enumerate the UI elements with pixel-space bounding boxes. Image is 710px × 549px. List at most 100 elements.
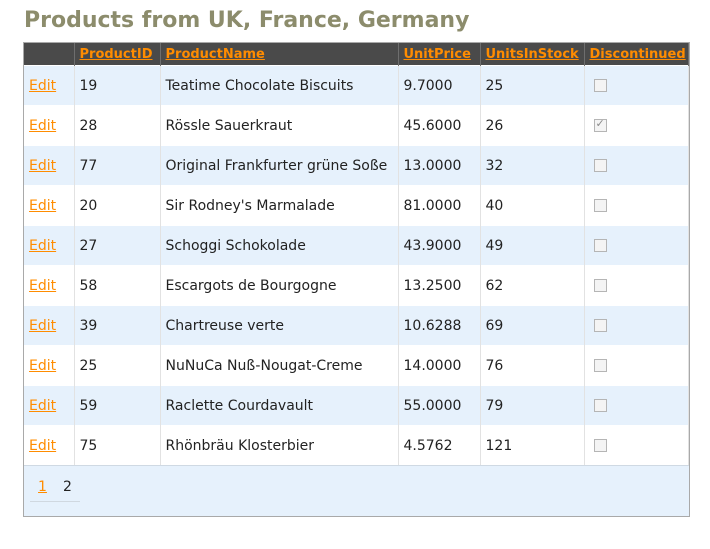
unitsinstock-cell: 26 (480, 105, 585, 146)
productname-cell: Escargots de Bourgogne (160, 265, 399, 306)
productname-cell: Schoggi Schokolade (160, 225, 399, 266)
discontinued-checkbox[interactable] (593, 199, 607, 212)
edit-link[interactable]: Edit (29, 238, 56, 254)
discontinued-cell (584, 65, 689, 106)
unitprice-cell: 14.0000 (398, 345, 481, 386)
edit-link[interactable]: Edit (29, 198, 56, 214)
sort-productname-link[interactable]: ProductName (166, 47, 265, 62)
edit-cell: Edit (24, 185, 75, 226)
unitsinstock-cell: 69 (480, 305, 585, 346)
discontinued-cell (584, 385, 689, 426)
table-row: Edit 58 Escargots de Bourgogne 13.2500 62 (24, 265, 689, 306)
edit-cell: Edit (24, 305, 75, 346)
header-row: ProductID ProductName UnitPrice UnitsInS… (24, 43, 689, 66)
unitprice-cell: 45.6000 (398, 105, 481, 146)
unitsinstock-cell: 49 (480, 225, 585, 266)
table-row: Edit 59 Raclette Courdavault 55.0000 79 (24, 385, 689, 426)
table-row: Edit 75 Rhönbräu Klosterbier 4.5762 121 (24, 425, 689, 465)
edit-cell: Edit (24, 225, 75, 266)
unitprice-cell: 10.6288 (398, 305, 481, 346)
productid-cell: 77 (74, 145, 161, 186)
productname-cell: Rössle Sauerkraut (160, 105, 399, 146)
edit-cell: Edit (24, 145, 75, 186)
unitsinstock-cell: 40 (480, 185, 585, 226)
unitprice-cell: 43.9000 (398, 225, 481, 266)
edit-cell: Edit (24, 385, 75, 426)
unitprice-cell: 4.5762 (398, 425, 481, 465)
unitsinstock-cell: 32 (480, 145, 585, 186)
productid-cell: 19 (74, 65, 161, 106)
discontinued-cell (584, 305, 689, 346)
unitprice-cell: 55.0000 (398, 385, 481, 426)
sort-productid-link[interactable]: ProductID (80, 47, 153, 62)
edit-link[interactable]: Edit (29, 318, 56, 334)
sort-unitsinstock-link[interactable]: UnitsInStock (486, 47, 579, 62)
edit-link[interactable]: Edit (29, 78, 56, 94)
productid-cell: 20 (74, 185, 161, 226)
discontinued-checkbox[interactable] (593, 359, 607, 372)
unitsinstock-cell: 25 (480, 65, 585, 106)
discontinued-checkbox[interactable] (593, 79, 607, 92)
table-row: Edit 19 Teatime Chocolate Biscuits 9.7000 25 (24, 65, 689, 106)
sort-unitprice-link[interactable]: UnitPrice (404, 47, 471, 62)
productname-cell: Sir Rodney's Marmalade (160, 185, 399, 226)
products-table: ProductID ProductName UnitPrice UnitsInS… (24, 43, 689, 465)
table-row: Edit 25 NuNuCa Nuß-Nougat-Creme 14.0000 76 (24, 345, 689, 386)
unitprice-cell: 13.0000 (398, 145, 481, 186)
discontinued-cell (584, 105, 689, 146)
edit-link[interactable]: Edit (29, 278, 56, 294)
productid-cell: 28 (74, 105, 161, 146)
edit-link[interactable]: Edit (29, 438, 56, 454)
header-productname: ProductName (160, 43, 399, 66)
unitsinstock-cell: 79 (480, 385, 585, 426)
edit-cell: Edit (24, 65, 75, 106)
header-productid: ProductID (74, 43, 161, 66)
discontinued-checkbox[interactable] (593, 399, 607, 412)
productid-cell: 58 (74, 265, 161, 306)
unitprice-cell: 9.7000 (398, 65, 481, 106)
productname-cell: Raclette Courdavault (160, 385, 399, 426)
grid-body: Edit 19 Teatime Chocolate Biscuits 9.7000 25… (24, 65, 689, 465)
discontinued-checkbox[interactable] (593, 239, 607, 252)
discontinued-cell (584, 145, 689, 186)
pager-page-link[interactable]: 1 (30, 479, 55, 502)
table-row: Edit 39 Chartreuse verte 10.6288 69 (24, 305, 689, 346)
table-row: Edit 20 Sir Rodney's Marmalade 81.0000 40 (24, 185, 689, 226)
page-title: Products from UK, France, Germany (24, 8, 470, 33)
productid-cell: 27 (74, 225, 161, 266)
discontinued-checkbox[interactable] (593, 117, 607, 132)
productid-cell: 25 (74, 345, 161, 386)
edit-cell: Edit (24, 345, 75, 386)
edit-cell: Edit (24, 425, 75, 465)
pager: 12 (30, 479, 80, 502)
productname-cell: Rhönbräu Klosterbier (160, 425, 399, 465)
productid-cell: 59 (74, 385, 161, 426)
discontinued-checkbox[interactable] (593, 439, 607, 452)
header-unitprice: UnitPrice (398, 43, 481, 66)
header-discontinued: Discontinued (584, 43, 689, 66)
unitprice-cell: 81.0000 (398, 185, 481, 226)
discontinued-checkbox[interactable] (593, 159, 607, 172)
table-row: Edit 28 Rössle Sauerkraut 45.6000 26 (24, 105, 689, 146)
productname-cell: Original Frankfurter grüne Soße (160, 145, 399, 186)
products-grid: ProductID ProductName UnitPrice UnitsInS… (23, 42, 690, 517)
edit-link[interactable]: Edit (29, 158, 56, 174)
discontinued-cell (584, 345, 689, 386)
header-edit (24, 43, 75, 66)
unitsinstock-cell: 76 (480, 345, 585, 386)
unitsinstock-cell: 62 (480, 265, 585, 306)
edit-cell: Edit (24, 105, 75, 146)
discontinued-checkbox[interactable] (593, 319, 607, 332)
edit-link[interactable]: Edit (29, 358, 56, 374)
discontinued-checkbox[interactable] (593, 279, 607, 292)
sort-discontinued-link[interactable]: Discontinued (590, 47, 686, 62)
edit-link[interactable]: Edit (29, 398, 56, 414)
table-row: Edit 77 Original Frankfurter grüne Soße 13.… (24, 145, 689, 186)
edit-cell: Edit (24, 265, 75, 306)
discontinued-cell (584, 225, 689, 266)
edit-link[interactable]: Edit (29, 118, 56, 134)
table-row: Edit 27 Schoggi Schokolade 43.9000 49 (24, 225, 689, 266)
discontinued-cell (584, 425, 689, 465)
discontinued-cell (584, 185, 689, 226)
discontinued-cell (584, 265, 689, 306)
